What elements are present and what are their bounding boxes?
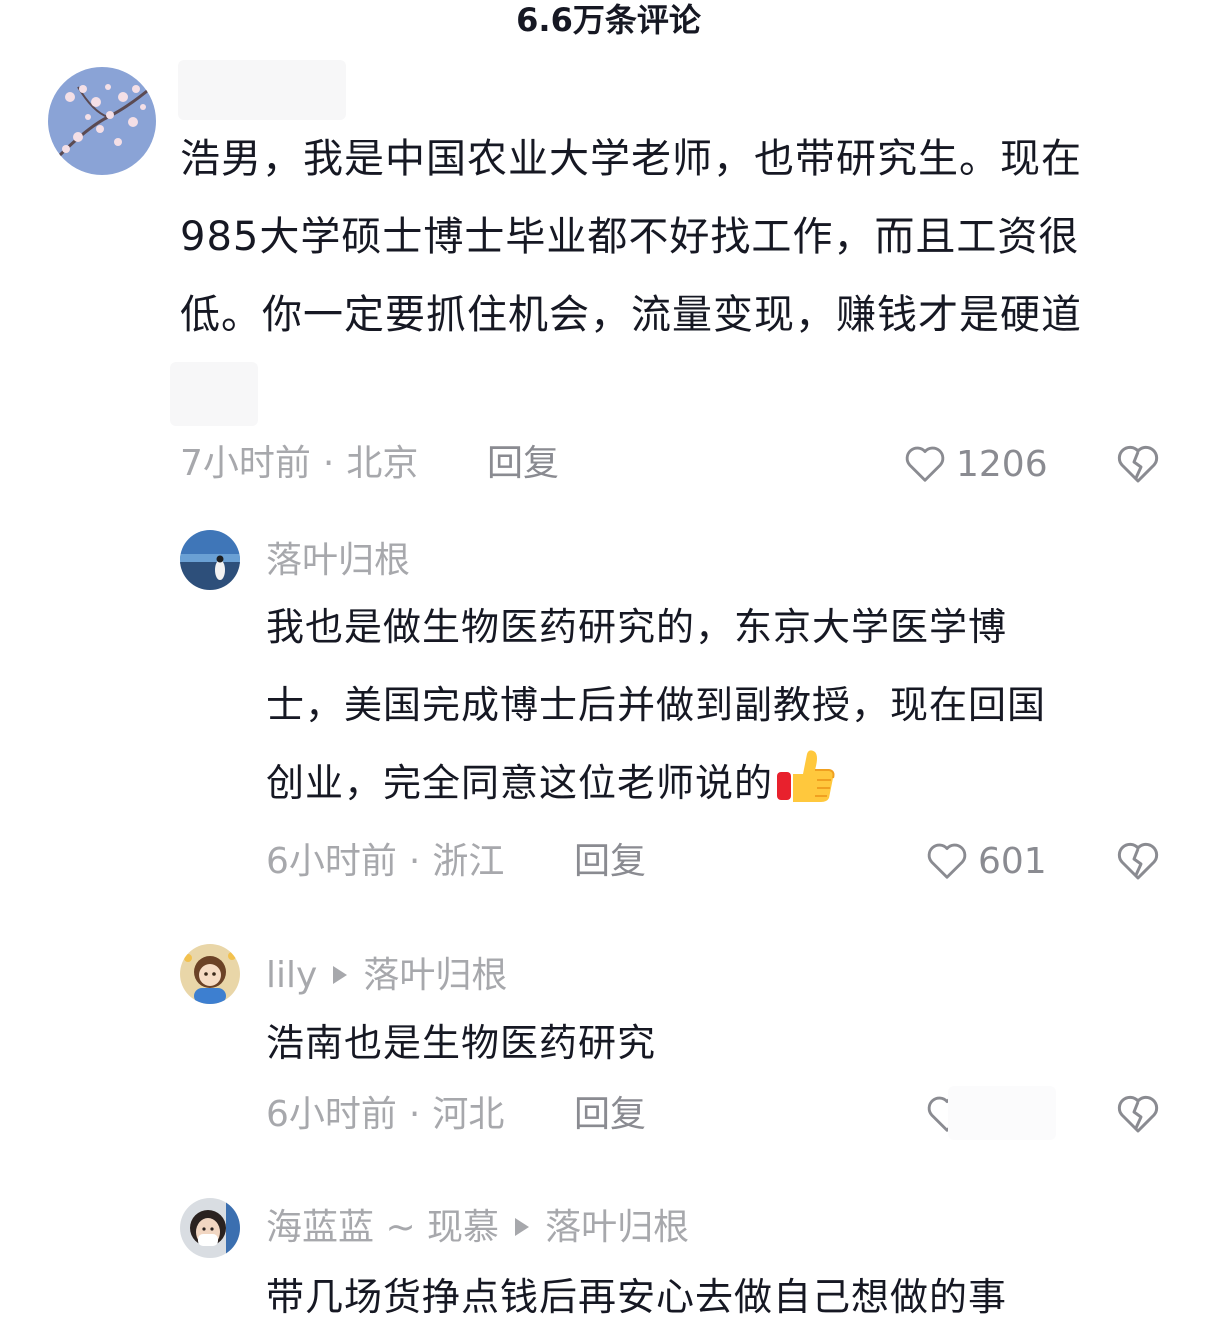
comment-meta: 7小时前 · 北京 xyxy=(180,442,418,486)
reply-time: 6小时前 xyxy=(266,841,397,882)
reply-location: 河北 xyxy=(432,1094,505,1135)
play-triangle-icon xyxy=(515,1218,530,1236)
comment-count-title: 6.6万条评论 xyxy=(516,1,701,39)
reply-line-text: 创业，完全同意这位老师说的 xyxy=(266,761,774,805)
heart-outline-icon xyxy=(905,446,945,482)
avatar[interactable] xyxy=(180,1198,240,1258)
reply-username[interactable]: 落叶归根 xyxy=(266,539,410,583)
reply-meta: 6小时前 · 河北 xyxy=(266,1093,504,1137)
reply-button[interactable]: 回复 xyxy=(487,442,559,486)
reply-button[interactable]: 回复 xyxy=(574,840,646,884)
reply-author[interactable]: 海蓝蓝 ~ 现慕 xyxy=(266,1207,499,1248)
reply-line: 浩南也是生物医药研究 xyxy=(266,1021,657,1065)
meta-separator: · xyxy=(408,841,421,882)
like-area-redacted xyxy=(948,1086,1056,1140)
heart-outline-icon xyxy=(927,843,967,879)
like-button[interactable]: 601 xyxy=(924,837,1047,885)
reply-body: 浩南也是生物医药研究 xyxy=(266,1004,1186,1082)
reply-username: lily 落叶归根 xyxy=(266,954,507,998)
reply-target[interactable]: 落叶归根 xyxy=(363,955,507,996)
reply-author[interactable]: lily xyxy=(266,955,317,996)
avatar[interactable] xyxy=(48,67,156,175)
reply-line: 创业，完全同意这位老师说的 xyxy=(266,744,1186,822)
reply-body: 带几场货挣点钱后再安心去做自己想做的事 xyxy=(266,1258,1186,1336)
reply-button[interactable]: 回复 xyxy=(574,1093,646,1137)
reply-target[interactable]: 落叶归根 xyxy=(545,1207,689,1248)
avatar-anime-girl-image xyxy=(180,944,240,1004)
reply-time: 6小时前 xyxy=(266,1094,397,1135)
comment-line: 低。你一定要抓住机会，流量变现，赚钱才是硬道 xyxy=(180,292,1082,338)
broken-heart-icon[interactable] xyxy=(1114,1090,1162,1138)
reply-line: 士，美国完成博士后并做到副教授，现在回国 xyxy=(266,683,1047,727)
like-count: 601 xyxy=(978,840,1047,882)
broken-heart-icon[interactable] xyxy=(1114,837,1162,885)
like-button[interactable]: 1206 xyxy=(902,440,1048,488)
avatar[interactable] xyxy=(180,944,240,1004)
play-triangle-icon xyxy=(333,966,348,984)
comment-body: 浩男，我是中国农业大学老师，也带研究生。现在 985大学硕士博士毕业都不好找工作… xyxy=(180,120,1190,354)
thumbs-up-emoji-icon xyxy=(777,750,835,802)
avatar-masked-person-image xyxy=(180,1198,240,1258)
reply-line: 带几场货挣点钱后再安心去做自己想做的事 xyxy=(266,1275,1008,1319)
bottom-edge xyxy=(0,1328,1217,1342)
reply-body: 我也是做生物医药研究的，东京大学医学博 士，美国完成博士后并做到副教授，现在回国… xyxy=(266,588,1186,822)
reply-line: 我也是做生物医药研究的，东京大学医学博 xyxy=(266,605,1008,649)
comment-line: 985大学硕士博士毕业都不好找工作，而且工资很 xyxy=(180,214,1080,260)
meta-separator: · xyxy=(408,1094,421,1135)
reply-location: 浙江 xyxy=(432,841,505,882)
comments-panel: 6.6万条评论 浩男，我是中国农业大学老师，也带研究生。现在 985大学硕士博士… xyxy=(0,0,1217,1342)
username-redacted xyxy=(178,60,346,120)
broken-heart-icon[interactable] xyxy=(1114,440,1162,488)
reply-username: 海蓝蓝 ~ 现慕 落叶归根 xyxy=(266,1206,689,1250)
comment-time: 7小时前 xyxy=(180,443,311,484)
avatar-sea-image xyxy=(180,530,240,590)
like-count: 1206 xyxy=(956,443,1048,485)
comment-location: 北京 xyxy=(346,443,419,484)
comment-line: 浩男，我是中国农业大学老师，也带研究生。现在 xyxy=(180,136,1082,182)
avatar[interactable] xyxy=(180,530,240,590)
comment-text-redacted xyxy=(170,362,258,426)
reply-meta: 6小时前 · 浙江 xyxy=(266,840,504,884)
avatar-blossom-image xyxy=(48,67,156,175)
meta-separator: · xyxy=(322,443,335,484)
